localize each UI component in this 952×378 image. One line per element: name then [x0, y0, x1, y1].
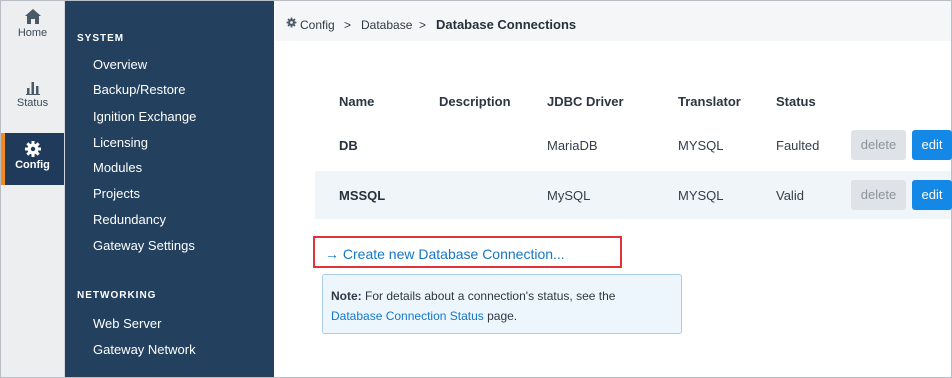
rail-label-status: Status — [16, 97, 49, 109]
table-row: DB MariaDB MYSQL Faulted delete edit — [315, 121, 952, 169]
rail-label-config: Config — [15, 159, 50, 171]
create-connection-link[interactable]: → Create new Database Connection... — [325, 246, 565, 262]
rail-item-config[interactable]: Config — [1, 133, 64, 185]
edit-button[interactable]: edit — [912, 180, 952, 210]
home-icon — [24, 9, 41, 24]
cell-name: DB — [339, 138, 358, 153]
breadcrumb: Config > Database > Database Connections — [275, 1, 951, 41]
delete-button[interactable]: delete — [851, 130, 906, 160]
cell-status: Valid — [776, 188, 804, 203]
sidebar-item-redundancy[interactable]: Redundancy — [93, 212, 166, 227]
sidebar-item-gateway-network[interactable]: Gateway Network — [93, 342, 196, 357]
sidebar-item-backup-restore[interactable]: Backup/Restore — [93, 82, 186, 97]
note-prefix: Note: — [331, 289, 362, 303]
info-note: Note: For details about a connection's s… — [322, 274, 682, 334]
sidebar-item-licensing[interactable]: Licensing — [93, 135, 148, 150]
rail-label-home: Home — [17, 27, 48, 39]
gear-icon — [24, 141, 41, 157]
main-content: Config > Database > Database Connections… — [275, 1, 952, 377]
note-text-2: page. — [483, 309, 518, 323]
rail-item-status[interactable]: Status — [1, 71, 64, 123]
sidebar-item-ignition-exchange[interactable]: Ignition Exchange — [93, 109, 196, 124]
cell-name: MSSQL — [339, 188, 386, 203]
breadcrumb-current: Database Connections — [436, 17, 577, 32]
table-row: MSSQL MySQL MYSQL Valid delete edit — [315, 171, 952, 219]
column-header-description: Description — [439, 94, 511, 109]
note-line-2: Database Connection Status page. — [331, 309, 517, 323]
note-line-1: Note: For details about a connection's s… — [331, 289, 615, 303]
column-header-jdbc-driver: JDBC Driver — [547, 94, 624, 109]
icon-rail: Home Status Config — [1, 1, 65, 377]
gear-icon — [286, 17, 297, 28]
cell-translator: MYSQL — [678, 138, 724, 153]
create-connection-highlight: → Create new Database Connection... — [313, 236, 622, 268]
delete-button[interactable]: delete — [851, 180, 906, 210]
breadcrumb-separator: > — [344, 18, 352, 32]
sidebar-item-modules[interactable]: Modules — [93, 160, 142, 175]
connection-status-link[interactable]: Database Connection Status — [331, 309, 484, 323]
bar-chart-icon — [25, 82, 40, 95]
rail-item-home[interactable]: Home — [1, 1, 64, 53]
cell-jdbc-driver: MariaDB — [547, 138, 598, 153]
sidebar-section-networking: NETWORKING — [77, 290, 157, 301]
arrow-right-icon: → — [325, 246, 339, 262]
column-header-status: Status — [776, 94, 816, 109]
breadcrumb-config[interactable]: Config — [300, 18, 335, 32]
app-window: Home Status Config SYSTEM Overview Backu… — [0, 0, 952, 378]
create-connection-label: Create new Database Connection... — [342, 246, 565, 262]
column-header-name: Name — [339, 94, 375, 109]
cell-translator: MYSQL — [678, 188, 724, 203]
note-text-1: For details about a connection's status,… — [361, 289, 616, 303]
sidebar: SYSTEM Overview Backup/Restore Ignition … — [65, 1, 274, 377]
breadcrumb-separator: > — [419, 18, 427, 32]
edit-button[interactable]: edit — [912, 130, 952, 160]
cell-jdbc-driver: MySQL — [547, 188, 591, 203]
cell-status: Faulted — [776, 138, 820, 153]
sidebar-item-web-server[interactable]: Web Server — [93, 316, 161, 331]
sidebar-item-overview[interactable]: Overview — [93, 57, 147, 72]
breadcrumb-database[interactable]: Database — [361, 18, 412, 32]
sidebar-item-gateway-settings[interactable]: Gateway Settings — [93, 238, 195, 253]
sidebar-item-projects[interactable]: Projects — [93, 186, 140, 201]
column-header-translator: Translator — [678, 94, 741, 109]
sidebar-section-system: SYSTEM — [77, 33, 125, 44]
